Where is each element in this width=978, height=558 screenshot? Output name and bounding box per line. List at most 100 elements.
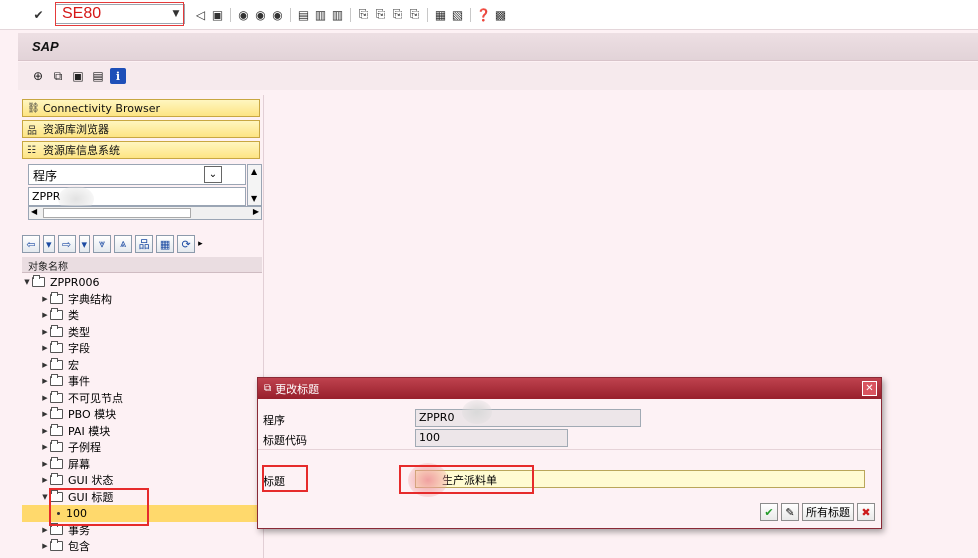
scrollbar-thumb[interactable] xyxy=(43,208,191,218)
collapsed-icon[interactable]: ▶ xyxy=(40,410,50,418)
previous-object-icon[interactable]: ⇦ xyxy=(22,235,40,253)
display-object-list-icon[interactable]: ▣ xyxy=(70,68,86,84)
collapsed-icon[interactable]: ▶ xyxy=(40,542,50,550)
collapsed-icon[interactable]: ▶ xyxy=(40,394,50,402)
connectivity-browser-button[interactable]: ⛓ Connectivity Browser xyxy=(22,99,260,117)
cancel-button[interactable]: ✖ xyxy=(857,503,875,521)
new-session-icon[interactable]: ▦ xyxy=(433,7,448,22)
tree-root-label: ZPPR006 xyxy=(50,275,100,289)
more-toolbar-icon[interactable]: ▸ xyxy=(198,239,203,249)
collapsed-icon[interactable]: ▶ xyxy=(40,443,50,451)
collapsed-icon[interactable]: ▶ xyxy=(40,361,50,369)
collapsed-icon[interactable]: ▶ xyxy=(40,311,50,319)
collapsed-icon[interactable]: ▶ xyxy=(40,328,50,336)
tree-node-label: 宏 xyxy=(68,358,79,372)
tree-node[interactable]: ▶ 包含 xyxy=(22,538,262,555)
folder-icon xyxy=(50,522,63,535)
collapsed-icon[interactable]: ▶ xyxy=(40,460,50,468)
scroll-up-icon[interactable]: ▲ xyxy=(251,167,257,176)
print-icon[interactable]: ▤ xyxy=(296,7,311,22)
edit-pencil-button[interactable]: ✎ xyxy=(781,503,799,521)
object-horizontal-scrollbar[interactable]: ◀ ▶ xyxy=(28,206,262,220)
chevron-down-icon[interactable]: ⌄ xyxy=(204,166,222,183)
previous-dropdown-icon[interactable]: ▾ xyxy=(43,235,55,253)
tree-node[interactable]: ▶ 子例程 xyxy=(22,439,262,456)
exit-icon[interactable]: ◉ xyxy=(253,7,268,22)
tree-node[interactable]: ▶ 类 xyxy=(22,307,262,324)
refresh-icon[interactable]: ⟳ xyxy=(177,235,196,253)
first-page-icon[interactable]: ⎘ xyxy=(356,7,371,22)
tree-node[interactable]: ▶ GUI 状态 xyxy=(22,472,262,489)
tree-root[interactable]: ▼ ZPPR006 xyxy=(22,274,262,291)
shortcut-icon[interactable]: ▧ xyxy=(450,7,465,22)
tree-node[interactable]: ▶ 屏幕 xyxy=(22,456,262,473)
all-titles-button[interactable]: 所有标题 xyxy=(802,503,854,521)
activate-icon[interactable]: ⊕ xyxy=(30,68,46,84)
worklist-icon[interactable]: ▤ xyxy=(90,68,106,84)
collapsed-icon[interactable]: ▶ xyxy=(40,427,50,435)
tree-node-label: 事件 xyxy=(68,375,90,389)
next-page-icon[interactable]: ⎘ xyxy=(390,7,405,22)
tree-column-header: 对象名称 xyxy=(22,257,262,273)
blurred-redaction xyxy=(462,400,492,424)
last-page-icon[interactable]: ⎘ xyxy=(407,7,422,22)
tree-node-label: 包含 xyxy=(68,540,90,554)
other-object-icon[interactable]: ⧉ xyxy=(50,68,66,84)
collapsed-icon[interactable]: ▶ xyxy=(40,344,50,352)
tree-node[interactable]: ▶ 宏 xyxy=(22,357,262,374)
tree-node-label: 字段 xyxy=(68,342,90,356)
tree-node[interactable]: ▶ 字典结构 xyxy=(22,291,262,308)
next-object-icon[interactable]: ⇨ xyxy=(57,235,76,253)
info-icon[interactable]: i xyxy=(110,68,126,84)
folder-icon xyxy=(50,291,63,304)
command-field[interactable] xyxy=(56,5,168,23)
prev-page-icon[interactable]: ⎘ xyxy=(373,7,388,22)
tree-node[interactable]: ▶ 字段 xyxy=(22,340,262,357)
back-nav-icon[interactable]: ◉ xyxy=(236,7,251,22)
folder-icon xyxy=(50,324,63,337)
repository-info-system-button[interactable]: ☷ 资源库信息系统 xyxy=(22,141,260,159)
hierarchy-up-icon[interactable]: 品 xyxy=(135,235,154,253)
collapsed-icon[interactable]: ▶ xyxy=(40,526,50,534)
collapsed-icon[interactable]: ▶ xyxy=(40,377,50,385)
display-list-icon[interactable]: ▦ xyxy=(156,235,175,253)
layout-icon[interactable]: ▩ xyxy=(493,7,508,22)
next-dropdown-icon[interactable]: ▾ xyxy=(78,235,91,253)
find-next-icon[interactable]: ▥ xyxy=(330,7,345,22)
expanded-icon[interactable]: ▼ xyxy=(22,278,32,286)
save-icon[interactable]: ▣ xyxy=(210,7,225,22)
collapsed-icon[interactable]: ▶ xyxy=(40,295,50,303)
folder-icon xyxy=(50,390,63,403)
scroll-down-icon[interactable]: ▼ xyxy=(251,194,257,203)
tree-node[interactable]: ▶ 事件 xyxy=(22,373,262,390)
scroll-right-icon[interactable]: ▶ xyxy=(253,207,259,216)
program-field: ZPPR0 xyxy=(415,409,641,427)
tree-node-label: 类 xyxy=(68,309,79,323)
collapsed-icon[interactable]: ▶ xyxy=(40,476,50,484)
object-vertical-scrollbar[interactable]: ▲ ▼ xyxy=(247,164,262,206)
collapse-all-icon[interactable]: ⩓ xyxy=(114,235,133,253)
title-code-label: 标题代码 xyxy=(263,434,307,447)
repository-browser-button[interactable]: 品 资源库浏览器 xyxy=(22,120,260,138)
command-history-dropdown-icon[interactable]: ▼ xyxy=(168,5,184,23)
folder-icon xyxy=(50,374,63,387)
close-icon[interactable]: ✕ xyxy=(862,381,877,396)
tree-node-label: PBO 模块 xyxy=(68,408,117,422)
tree-node[interactable]: ▶ PAI 模块 xyxy=(22,423,262,440)
tree-node[interactable]: ▶ 不可见节点 xyxy=(22,390,262,407)
cancel-icon[interactable]: ◉ xyxy=(270,7,285,22)
back-icon[interactable]: ◁ xyxy=(193,7,208,22)
confirm-button[interactable]: ✔ xyxy=(760,503,778,521)
scroll-left-icon[interactable]: ◀ xyxy=(31,207,37,216)
change-title-dialog: ⧉ 更改标题 ✕ 程序 ZPPR0 标题代码 100 标题 生产派料单 ✔ ✎ … xyxy=(257,377,882,529)
help-icon[interactable]: ❓ xyxy=(476,7,491,22)
expand-all-icon[interactable]: ⩔ xyxy=(93,235,112,253)
tree-toolbar: ⇦ ▾ ⇨ ▾ ⩔ ⩓ 品 ▦ ⟳ ▸ xyxy=(22,234,262,254)
title-bar: SAP xyxy=(18,33,978,61)
tree-node[interactable]: ▶ 类型 xyxy=(22,324,262,341)
gui-title-highlight xyxy=(49,488,149,526)
tree-node[interactable]: ▶ PBO 模块 xyxy=(22,406,262,423)
check-icon[interactable]: ✔ xyxy=(31,7,46,22)
nav-button-label: 资源库浏览器 xyxy=(43,123,109,136)
find-icon[interactable]: ▥ xyxy=(313,7,328,22)
